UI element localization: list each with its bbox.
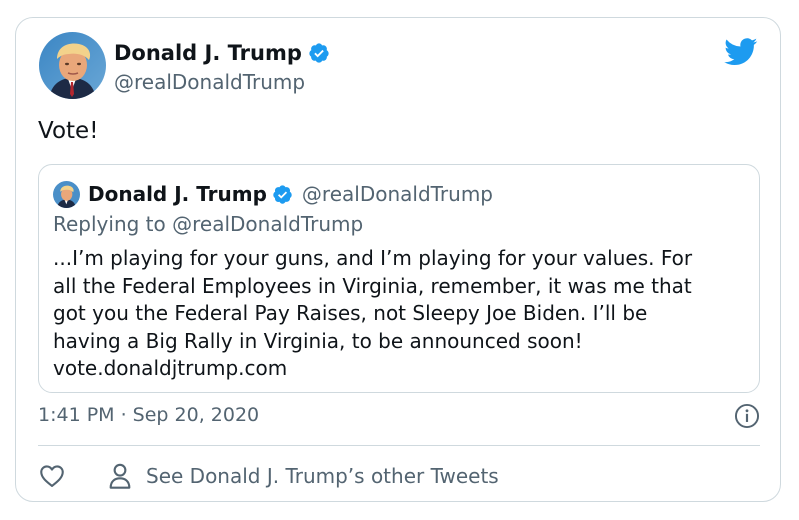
quoted-author-handle: @realDonaldTrump	[301, 182, 493, 206]
quoted-tweet[interactable]: Donald J. Trump @realDonaldTrump Replyin…	[38, 164, 760, 393]
author-name[interactable]: Donald J. Trump	[114, 41, 302, 65]
tweet-card: Donald J. Trump @realDonaldTrump Vote! D…	[15, 17, 781, 502]
verified-badge-icon	[273, 184, 292, 204]
tweet-text: Vote!	[38, 118, 99, 144]
info-icon[interactable]	[734, 403, 760, 429]
quoted-text-line: all the Federal Employees in Virginia, r…	[53, 273, 692, 298]
quoted-author-name: Donald J. Trump	[88, 182, 267, 206]
author-avatar[interactable]	[39, 32, 106, 99]
see-other-tweets-label[interactable]: See Donald J. Trump’s other Tweets	[146, 464, 499, 488]
quoted-text-line: having a Big Rally in Virginia, to be an…	[53, 328, 583, 353]
quoted-tweet-header: Donald J. Trump @realDonaldTrump	[53, 179, 493, 209]
author-name-row[interactable]: Donald J. Trump	[114, 40, 330, 66]
tweet-timestamp[interactable]: 1:41 PM · Sep 20, 2020	[38, 404, 259, 426]
author-handle[interactable]: @realDonaldTrump	[114, 70, 305, 94]
verified-badge-icon	[309, 43, 329, 63]
quoted-author-avatar	[53, 180, 80, 208]
see-other-tweets-link[interactable]: See Donald J. Trump’s other Tweets	[108, 462, 499, 490]
divider	[38, 445, 760, 446]
quoted-tweet-text: ...I’m playing for your guns, and I’m pl…	[53, 245, 743, 383]
person-icon	[109, 463, 131, 489]
quoted-text-line: got you the Federal Pay Raises, not Slee…	[53, 301, 648, 325]
twitter-bird-icon[interactable]	[724, 38, 758, 66]
quoted-text-line: ...I’m playing for your guns, and I’m pl…	[53, 246, 693, 270]
heart-icon[interactable]	[38, 462, 66, 490]
quoted-text-line: vote.donaldjtrump.com	[53, 356, 288, 380]
replying-to-label: Replying to @realDonaldTrump	[53, 212, 364, 236]
